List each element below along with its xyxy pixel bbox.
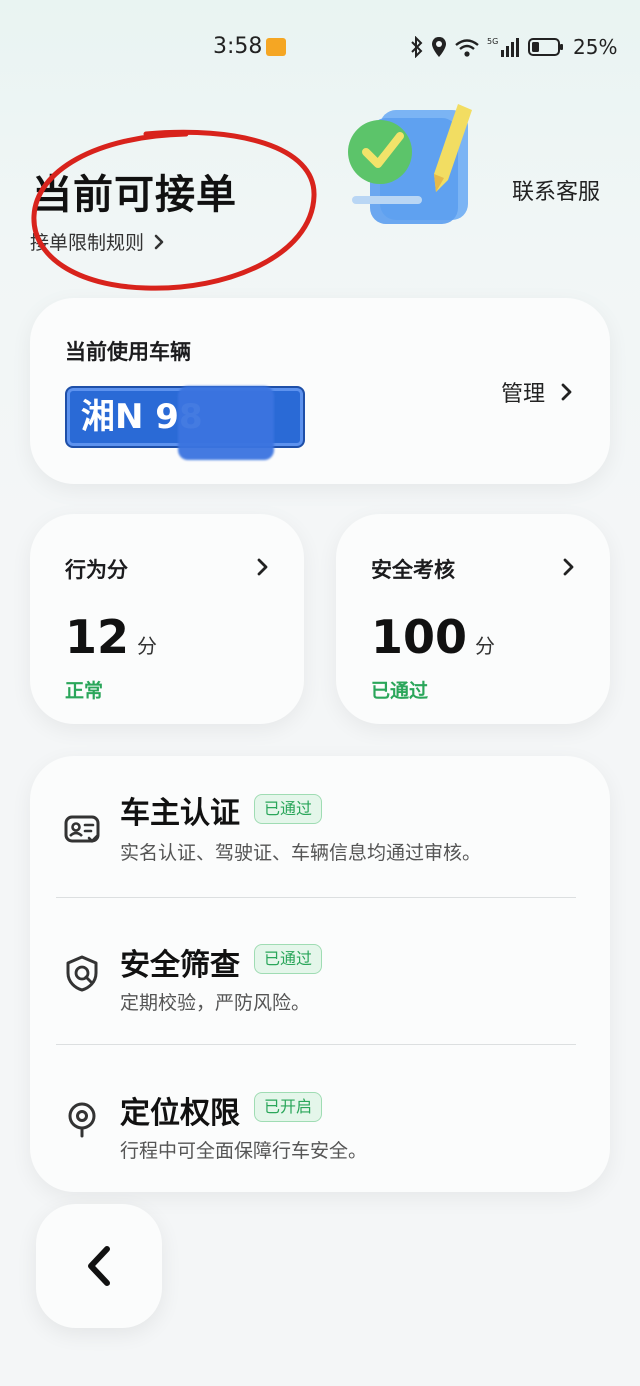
- back-button[interactable]: [36, 1204, 162, 1328]
- behavior-score-status: 正常: [65, 680, 104, 702]
- divider: [56, 897, 576, 898]
- status-bar: 3:58 5G 25%: [0, 0, 640, 90]
- manage-label: 管理: [500, 382, 545, 407]
- battery-icon: [528, 38, 563, 56]
- location-target-icon: [68, 1102, 96, 1138]
- signal-icon: 5G: [487, 37, 519, 57]
- status-icons: 5G 25%: [410, 34, 617, 60]
- status-badge: 已通过: [254, 944, 323, 974]
- check-item-safety-screening: 安全筛查 已通过 定期校验，严防风险。: [30, 904, 610, 1044]
- divider: [56, 1044, 576, 1045]
- check-item-location-permission: 定位权限 已开启 行程中可全面保障行车安全。: [30, 1052, 610, 1192]
- wifi-icon: [455, 39, 479, 57]
- red-annotation-circle: [31, 129, 317, 291]
- safety-review-value: 100 分: [371, 610, 495, 664]
- safety-review-unit: 分: [475, 634, 496, 658]
- status-badge: 已开启: [254, 1092, 323, 1122]
- check-title: 安全筛查: [120, 948, 240, 983]
- back-chevron-icon: [88, 1246, 110, 1286]
- safety-review-card[interactable]: 安全考核 100 分 已通过: [336, 514, 610, 724]
- manage-vehicle-button[interactable]: 管理: [501, 376, 572, 408]
- behavior-score-label: 行为分: [65, 558, 128, 582]
- status-time: 3:58: [213, 34, 263, 59]
- location-icon: [432, 37, 446, 57]
- behavior-score-value: 12 分: [65, 610, 157, 664]
- check-title: 定位权限: [120, 1096, 240, 1131]
- check-item-owner-verification: 车主认证 已通过 实名认证、驾驶证、车辆信息均通过审核。: [30, 756, 610, 896]
- contact-service-link[interactable]: 联系客服: [512, 174, 600, 206]
- vehicle-card: 当前使用车辆 湘N 98 管理: [30, 298, 610, 484]
- id-card-icon: [64, 815, 100, 843]
- check-desc: 行程中可全面保障行车安全。: [120, 1140, 368, 1162]
- network-label: 5G: [487, 37, 498, 46]
- bluetooth-icon: [411, 36, 423, 58]
- chevron-right-icon: [563, 558, 574, 576]
- verification-card: 车主认证 已通过 实名认证、驾驶证、车辆信息均通过审核。 安全筛查 已通过 定期…: [30, 756, 610, 1192]
- app-notification-icon: [266, 38, 286, 56]
- safety-review-label: 安全考核: [371, 558, 455, 582]
- check-desc: 实名认证、驾驶证、车辆信息均通过审核。: [120, 842, 482, 864]
- plate-blur-mask: [178, 386, 274, 460]
- vehicle-label: 当前使用车辆: [65, 340, 191, 364]
- check-title: 车主认证: [120, 796, 240, 831]
- behavior-score-unit: 分: [137, 634, 158, 658]
- chevron-right-icon: [257, 558, 268, 576]
- safety-review-status: 已通过: [371, 680, 429, 702]
- check-desc: 定期校验，严防风险。: [120, 992, 311, 1014]
- shield-search-icon: [66, 955, 98, 992]
- checklist-pencil-illustration: [348, 104, 472, 224]
- safety-review-number: 100: [371, 610, 468, 664]
- battery-percentage: 25%: [573, 35, 618, 59]
- chevron-right-icon: [561, 383, 572, 401]
- behavior-score-card[interactable]: 行为分 12 分 正常: [30, 514, 304, 724]
- behavior-score-number: 12: [65, 610, 130, 664]
- status-badge: 已通过: [254, 794, 323, 824]
